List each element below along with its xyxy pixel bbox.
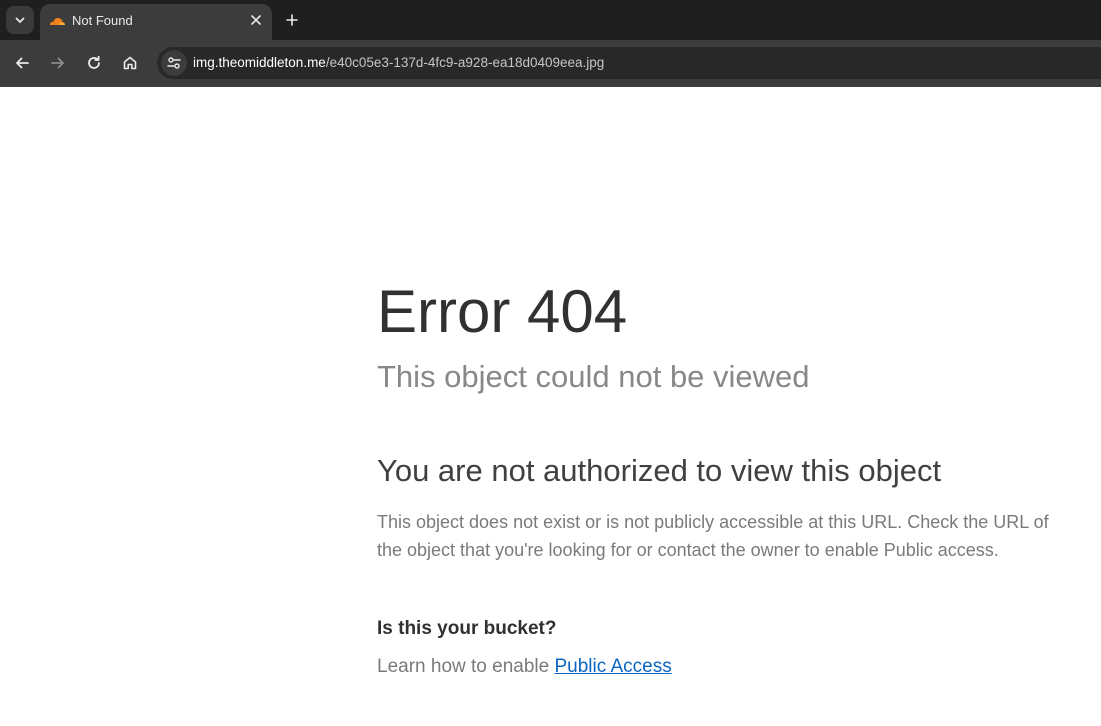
tab-title: Not Found	[72, 13, 133, 28]
public-access-link[interactable]: Public Access	[554, 656, 671, 677]
auth-description: This object does not exist or is not pub…	[377, 512, 1049, 560]
site-info-button[interactable]	[161, 50, 187, 76]
auth-heading: You are not authorized to view this obje…	[377, 453, 942, 488]
error-title: Error 404	[377, 278, 628, 345]
learn-prefix: Learn how to enable	[377, 656, 555, 677]
chevron-down-icon	[15, 17, 25, 23]
learn-text: Learn how to enable Public Access	[377, 655, 672, 679]
home-icon	[123, 56, 137, 70]
home-button[interactable]	[119, 52, 141, 74]
plus-icon	[286, 14, 298, 26]
close-icon	[251, 15, 261, 25]
tab-strip: Not Found	[0, 0, 1101, 40]
error-subtitle: This object could not be viewed	[377, 359, 810, 394]
tune-icon	[167, 57, 181, 69]
tab-search-button[interactable]	[6, 6, 34, 34]
tab-active[interactable]: Not Found	[40, 4, 272, 40]
url-host: img.theomiddleton.me	[193, 55, 326, 70]
browser-toolbar: img.theomiddleton.me/e40c05e3-137d-4fc9-…	[0, 40, 1101, 87]
back-button[interactable]	[11, 52, 33, 74]
new-tab-button[interactable]	[282, 10, 302, 30]
tab-close-button[interactable]	[248, 12, 264, 28]
url-text[interactable]: img.theomiddleton.me/e40c05e3-137d-4fc9-…	[193, 55, 604, 71]
forward-button[interactable]	[47, 52, 69, 74]
arrow-left-icon	[16, 57, 29, 69]
cloudflare-icon	[50, 17, 65, 25]
bucket-question: Is this your bucket?	[377, 618, 557, 639]
reload-icon	[88, 55, 100, 69]
address-bar[interactable]: img.theomiddleton.me/e40c05e3-137d-4fc9-…	[157, 47, 1101, 79]
reload-button[interactable]	[83, 52, 105, 74]
arrow-right-icon	[51, 57, 64, 69]
browser-chrome: Not Found img.theomiddleton.me/e40c05e3-…	[0, 0, 1101, 87]
url-path: /e40c05e3-137d-4fc9-a928-ea18d0409eea.jp…	[325, 55, 605, 70]
